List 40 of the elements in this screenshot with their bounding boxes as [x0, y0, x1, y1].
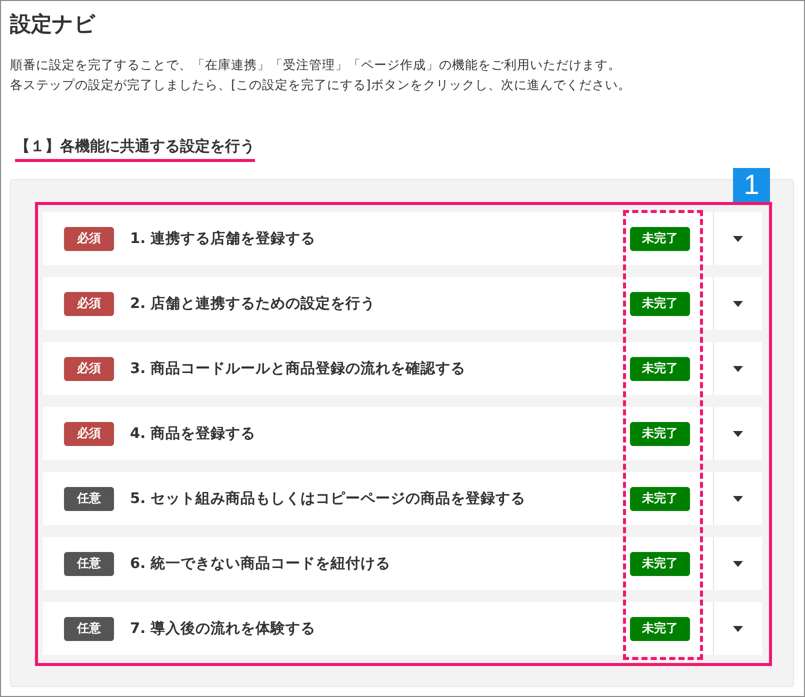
tag-label: 必須 — [64, 356, 114, 380]
page-title: 設定ナビ — [10, 11, 97, 38]
caret-icon — [733, 560, 743, 566]
step-title: 7. 導入後の流れを体験する — [130, 620, 317, 638]
tag-label: 必須 — [64, 292, 114, 316]
status-badge: 未完了 — [630, 292, 690, 316]
tag-label: 任意 — [64, 616, 114, 640]
step-row[interactable]: 任意 6. 統一できない商品コードを紐付ける 未完了 — [43, 537, 762, 590]
tag-label: 任意 — [64, 486, 114, 510]
status-badge: 未完了 — [630, 552, 690, 576]
annotation-number: 1 — [733, 168, 770, 202]
step-title: 5. セット組み商品もしくはコピーページの商品を登録する — [130, 490, 527, 508]
status-badge: 未完了 — [630, 486, 690, 510]
caret-icon — [733, 626, 743, 632]
step-title: 6. 統一できない商品コードを紐付ける — [130, 554, 392, 573]
step-title: 2. 店舗と連携するための設定を行う — [130, 294, 377, 313]
step-row[interactable]: 必須 2. 店舗と連携するための設定を行う 未完了 — [43, 277, 762, 330]
caret-icon — [733, 236, 743, 242]
caret-icon — [733, 366, 743, 372]
description-text: 各ステップの設定が完了しましたら、[この設定を完了にする]ボタンをクリックし、次に進んでください。 — [10, 76, 632, 94]
section-heading: 【１】各機能に共通する設定を行う — [15, 135, 255, 162]
status-badge: 未完了 — [630, 422, 690, 446]
step-title: 3. 商品コードルールと商品登録の流れを確認する — [130, 360, 467, 378]
step-row[interactable]: 必須 4. 商品を登録する 未完了 — [43, 407, 762, 460]
status-badge: 未完了 — [630, 616, 690, 640]
caret-icon — [733, 300, 743, 306]
description-text: 順番に設定を完了することで、「在庫連携」「受注管理」「ページ作成」の機能をご利用いただけます。 — [10, 56, 622, 74]
status-badge: 未完了 — [630, 356, 690, 380]
step-row[interactable]: 任意 5. セット組み商品もしくはコピーページの商品を登録する 未完了 — [43, 472, 762, 525]
tag-label: 必須 — [64, 226, 114, 250]
tag-label: 任意 — [64, 552, 114, 576]
step-row[interactable]: 必須 1. 連携する店舗を登録する 未完了 — [43, 212, 762, 265]
caret-icon — [733, 496, 743, 502]
step-title: 1. 連携する店舗を登録する — [130, 229, 317, 248]
step-row[interactable]: 必須 3. 商品コードルールと商品登録の流れを確認する 未完了 — [43, 342, 762, 395]
step-row[interactable]: 任意 7. 導入後の流れを体験する 未完了 — [43, 602, 762, 655]
caret-icon — [733, 430, 743, 436]
tag-label: 必須 — [64, 422, 114, 446]
status-badge: 未完了 — [630, 226, 690, 250]
step-title: 4. 商品を登録する — [130, 424, 257, 443]
